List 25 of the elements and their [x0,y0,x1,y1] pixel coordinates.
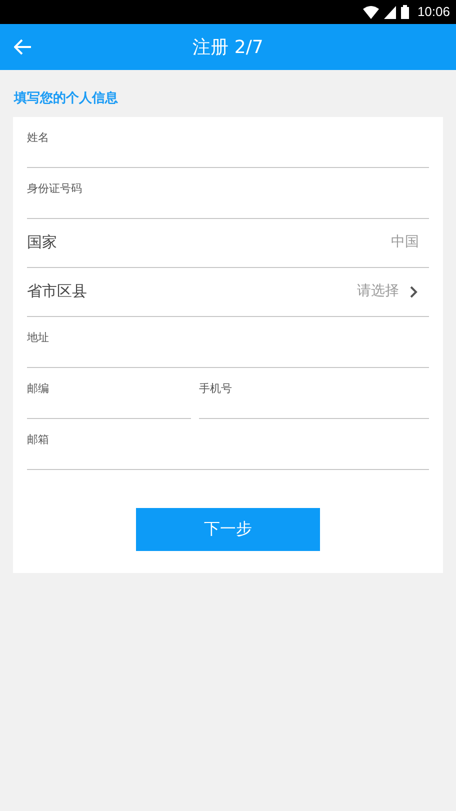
input-field[interactable]: 身份证号码 [27,168,429,218]
status-time: 10:06 [417,3,450,22]
field-label: 手机号 [199,380,232,396]
field-label: 省市区县 [27,281,87,302]
input-field[interactable]: 邮编 [27,368,191,418]
input-field[interactable]: 姓名 [27,116,429,168]
battery-icon [401,5,410,19]
field-label: 邮编 [27,380,49,396]
input-field[interactable]: 手机号 [199,368,429,418]
select-row[interactable]: 国家 中国 [27,218,429,268]
input-field[interactable]: 邮箱 [27,418,429,470]
input-field[interactable]: 地址 [27,316,429,368]
page-title: 注册 2/7 [192,36,264,60]
field-label: 身份证号码 [27,180,82,196]
field-label: 姓名 [27,130,49,144]
field-label: 地址 [27,330,49,344]
field-label: 邮箱 [27,432,49,446]
field-value: 中国 [391,233,419,252]
section-title: 填写您的个人信息 [14,90,118,108]
wifi-icon [363,6,380,18]
field-label: 国家 [27,232,57,254]
signal-icon [384,6,396,18]
field-value: 请选择 [357,282,399,301]
select-row[interactable]: 省市区县 请选择 [27,268,429,316]
back-arrow-icon [14,39,32,55]
